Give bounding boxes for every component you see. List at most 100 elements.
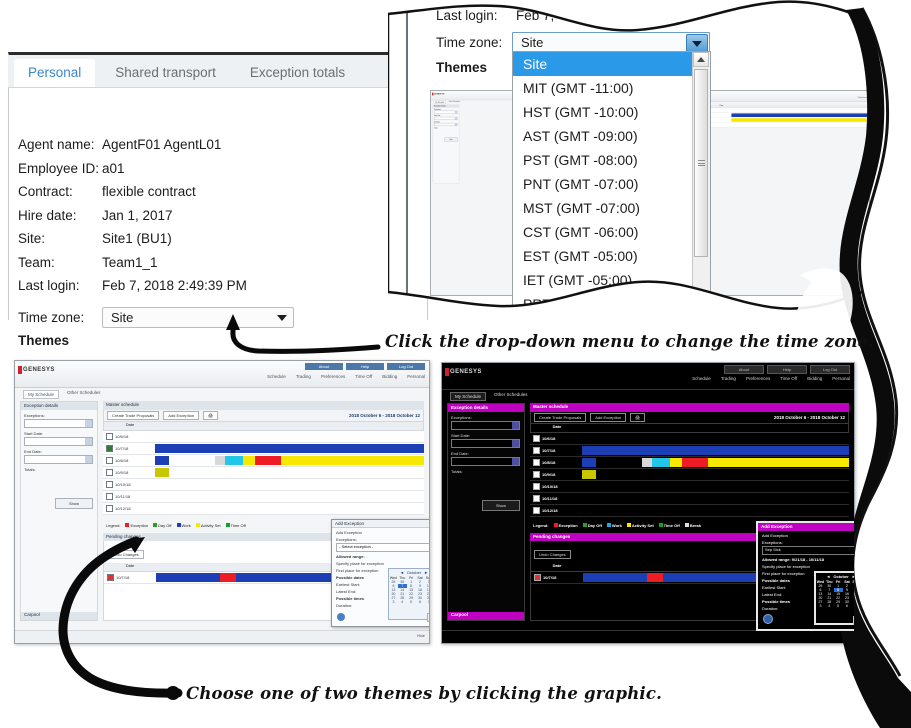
dropdown-option-pst[interactable]: PST (GMT -08:00) xyxy=(513,148,710,172)
prev-month-icon[interactable]: ◄ xyxy=(826,574,830,579)
next-month-icon[interactable]: ► xyxy=(852,574,854,579)
dropdown-option-est[interactable]: EST (GMT -05:00) xyxy=(513,244,710,268)
row-checkbox[interactable] xyxy=(533,435,540,442)
row-checkbox[interactable] xyxy=(533,483,540,490)
calendar-icon[interactable] xyxy=(85,456,92,463)
table-row[interactable]: 10/6/18 xyxy=(530,433,849,445)
end-date-input[interactable] xyxy=(451,457,520,466)
sub-tab-my-schedule[interactable]: My Schedule xyxy=(23,390,60,399)
row-checkbox[interactable] xyxy=(533,507,540,514)
print-icon[interactable]: 🖨 xyxy=(630,413,646,422)
calendar-icon[interactable] xyxy=(85,438,92,445)
calendar-icon[interactable] xyxy=(512,440,519,447)
about-button[interactable]: About xyxy=(305,363,343,370)
cancel-button[interactable]: Cancel xyxy=(427,613,429,622)
undo-changes-button[interactable]: Undo Changes xyxy=(534,550,571,559)
help-icon[interactable] xyxy=(763,614,773,624)
row-checkbox[interactable] xyxy=(106,505,113,512)
tab-personal[interactable]: Personal xyxy=(14,59,96,87)
light-theme-thumbnail[interactable]: GENESYS About Help Log Out Schedule Trad… xyxy=(14,360,430,644)
tab-exception-totals[interactable]: Exception totals xyxy=(236,59,359,87)
logout-button[interactable]: Log Out xyxy=(387,363,425,370)
timezone-select[interactable]: Site xyxy=(102,307,294,328)
sub-tab-other-schedules[interactable]: Other Schedules xyxy=(67,390,101,399)
table-row[interactable]: 10/7/18 xyxy=(530,445,849,457)
calendar-icon[interactable] xyxy=(512,458,519,465)
timezone-dropdown-list[interactable]: Site MIT (GMT -11:00) HST (GMT -10:00) A… xyxy=(512,51,711,307)
table-row[interactable]: 10/6/18 xyxy=(103,431,424,443)
footer-hide-label[interactable]: Hide xyxy=(842,633,850,638)
row-checkbox[interactable] xyxy=(106,469,113,476)
nav-tab-bidding[interactable]: Bidding xyxy=(382,374,397,379)
help-button[interactable]: Help xyxy=(346,363,384,370)
print-icon[interactable]: 🖨 xyxy=(203,411,219,420)
add-exception-button[interactable]: Add Exception xyxy=(163,411,200,420)
sub-tab-my-schedule[interactable]: My Schedule xyxy=(450,392,487,401)
nav-tab-schedule[interactable]: Schedule xyxy=(267,374,286,379)
table-row[interactable]: 10/10/18 xyxy=(530,481,849,493)
row-checkbox[interactable] xyxy=(533,459,540,466)
dropdown-option-cst[interactable]: CST (GMT -06:00) xyxy=(513,220,710,244)
callout-schedule-thumb[interactable]: Preferences Date xyxy=(708,90,870,296)
show-button[interactable]: Show xyxy=(482,500,520,511)
nav-tab-bidding[interactable]: Bidding xyxy=(807,376,822,381)
row-checkbox[interactable] xyxy=(107,574,114,581)
callout-timezone-select[interactable]: Site xyxy=(512,32,710,53)
dropdown-option-pnt[interactable]: PNT (GMT -07:00) xyxy=(513,172,710,196)
dropdown-option-iet[interactable]: IET (GMT -05:00) xyxy=(513,268,710,292)
table-row[interactable]: 10/11/18 xyxy=(530,493,849,505)
dialog-exception-select[interactable]: Sep Sick xyxy=(762,546,854,555)
create-trade-proposals-button[interactable]: Create Trade Proposals xyxy=(107,411,160,420)
about-button[interactable]: About xyxy=(724,365,764,374)
nav-tab-personal[interactable]: Personal xyxy=(832,376,850,381)
nav-tab-schedule[interactable]: Schedule xyxy=(692,376,711,381)
start-date-input[interactable] xyxy=(24,437,93,446)
exceptions-select[interactable] xyxy=(24,419,93,428)
dropdown-option-hst[interactable]: HST (GMT -10:00) xyxy=(513,100,710,124)
calendar-day-grid[interactable]: 293012345 6789101112 13141516171819 2021… xyxy=(816,584,854,608)
table-row[interactable]: 10/12/18 xyxy=(530,505,849,517)
row-checkbox[interactable] xyxy=(106,445,113,452)
row-checkbox[interactable] xyxy=(106,493,113,500)
nav-tab-personal[interactable]: Personal xyxy=(407,374,425,379)
dropdown-option-prt[interactable]: PRT (GMT -04:00) xyxy=(513,292,710,306)
row-checkbox[interactable] xyxy=(106,481,113,488)
tab-shared-transport[interactable]: Shared transport xyxy=(101,59,230,87)
nav-tab-preferences[interactable]: Preferences xyxy=(746,376,770,381)
undo-changes-button[interactable]: Undo Changes xyxy=(107,550,144,559)
start-date-input[interactable] xyxy=(451,439,520,448)
table-row[interactable]: 10/8/18 xyxy=(103,455,424,467)
dropdown-option-ast[interactable]: AST (GMT -09:00) xyxy=(513,124,710,148)
row-checkbox[interactable] xyxy=(533,471,540,478)
date-picker[interactable]: ◄ October ► 2018 WedThuFriSatSunMonTue 2… xyxy=(814,571,854,625)
footer-hide-label[interactable]: Hide xyxy=(417,633,425,638)
cancel-button[interactable]: Cancel xyxy=(853,616,854,625)
help-icon[interactable] xyxy=(337,613,345,621)
nav-tab-time-off[interactable]: Time Off xyxy=(780,376,797,381)
table-row[interactable]: 10/11/18 xyxy=(103,491,424,503)
table-row[interactable]: 10/10/18 xyxy=(103,479,424,491)
table-row[interactable]: 10/8/18 xyxy=(530,457,849,469)
nav-tab-trading[interactable]: Trading xyxy=(721,376,736,381)
table-row[interactable]: 10/9/18 xyxy=(530,469,849,481)
create-trade-proposals-button[interactable]: Create Trade Proposals xyxy=(534,413,587,422)
row-checkbox[interactable] xyxy=(533,495,540,502)
nav-tab-trading[interactable]: Trading xyxy=(296,374,311,379)
sub-tab-other-schedules[interactable]: Other Schedules xyxy=(494,392,528,401)
logout-button[interactable]: Log Out xyxy=(810,365,850,374)
row-checkbox[interactable] xyxy=(533,447,540,454)
exceptions-select[interactable] xyxy=(451,421,520,430)
show-button[interactable]: Show xyxy=(55,498,93,509)
add-exception-button[interactable]: Add Exception xyxy=(590,413,627,422)
calendar-day-grid[interactable]: 293012345 6789101112 13141516171819 2021… xyxy=(389,580,429,604)
dark-theme-thumbnail[interactable]: GENESYS About Help Log Out Schedule Trad… xyxy=(441,362,855,644)
date-picker[interactable]: ◄ October ► 2018 WedThuFriSatSunMonTue 2… xyxy=(388,568,429,620)
table-row[interactable]: 10/7/18 xyxy=(103,443,424,455)
next-month-icon[interactable]: ► xyxy=(424,570,428,575)
dropdown-option-mit[interactable]: MIT (GMT -11:00) xyxy=(513,76,710,100)
dropdown-option-site[interactable]: Site xyxy=(513,52,710,76)
scrollbar-thumb[interactable] xyxy=(694,69,708,257)
end-date-input[interactable] xyxy=(24,455,93,464)
nav-tab-preferences[interactable]: Preferences xyxy=(321,374,345,379)
row-checkbox[interactable] xyxy=(534,574,541,581)
